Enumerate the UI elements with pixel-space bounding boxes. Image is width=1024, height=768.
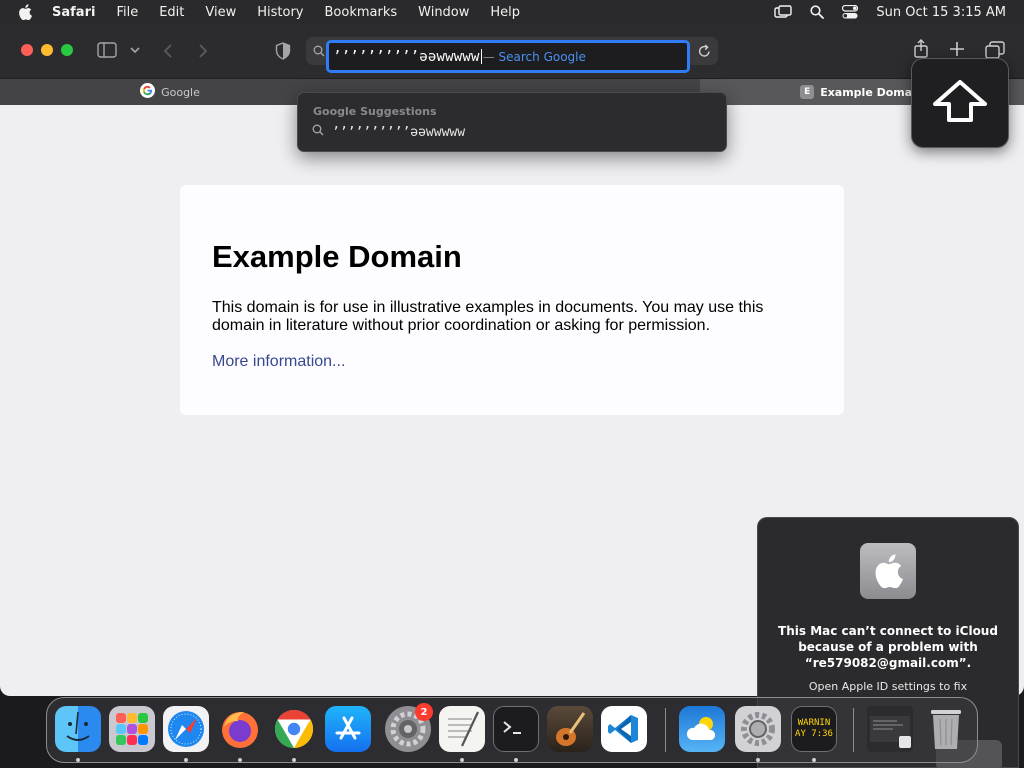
- tab-example-label: Example Domain: [820, 85, 924, 99]
- page-content-card: Example Domain This domain is for use in…: [180, 185, 844, 415]
- search-suggestions-dropdown: Google Suggestions ’’’’’’’’’’əəwwwww: [297, 92, 727, 152]
- finder-icon[interactable]: [55, 706, 101, 752]
- terminal-icon[interactable]: [493, 706, 539, 752]
- tab-google[interactable]: Google: [0, 79, 340, 105]
- address-input-value: ’’’’’’’’’’əəwwwww: [333, 48, 480, 65]
- menu-view[interactable]: View: [205, 5, 236, 20]
- reload-icon[interactable]: [698, 44, 711, 58]
- notification-action[interactable]: Open Apple ID settings to fix: [768, 680, 1008, 693]
- safari-running-dot: [184, 758, 188, 762]
- menu-extras: Sun Oct 15 3:15 AM: [774, 0, 1006, 24]
- page-title: Example Domain: [212, 239, 462, 274]
- more-information-link[interactable]: More information...: [212, 353, 345, 370]
- address-search-icon: [313, 45, 325, 57]
- menu-history[interactable]: History: [257, 5, 303, 20]
- tab-overview-icon[interactable]: [985, 41, 1005, 59]
- address-input[interactable]: ’’’’’’’’’’əəwwwww — Search Google: [326, 40, 690, 73]
- console-line-1: WARNIN: [797, 718, 831, 728]
- console-running-dot: [812, 758, 816, 762]
- back-button[interactable]: [163, 43, 173, 59]
- vscode-icon[interactable]: [601, 706, 647, 752]
- finder-running-dot: [76, 758, 80, 762]
- new-tab-icon[interactable]: [949, 41, 965, 57]
- firefox-running-dot: [238, 758, 242, 762]
- dock: 2 WARNIN AY 7:36: [46, 697, 978, 763]
- safari-app-icon[interactable]: [163, 706, 209, 752]
- notification-title: This Mac can’t connect to iCloud because…: [778, 624, 998, 670]
- garageband-icon[interactable]: [547, 706, 593, 752]
- system-preferences-icon[interactable]: [735, 706, 781, 752]
- chrome-icon[interactable]: [271, 706, 317, 752]
- weather-icon[interactable]: [679, 706, 725, 752]
- menu-help[interactable]: Help: [490, 5, 520, 20]
- forward-button[interactable]: [198, 43, 208, 59]
- downloads-stack-icon[interactable]: [867, 706, 913, 752]
- spotlight-search-icon[interactable]: [810, 5, 825, 19]
- console-line-2: AY 7:36: [795, 729, 833, 739]
- safari-toolbar: ’’’’’’’’’’əəwwwww — Search Google: [0, 24, 1024, 78]
- suggestions-header: Google Suggestions: [313, 105, 437, 118]
- zoom-window-button[interactable]: [61, 44, 73, 56]
- apple-menu-icon[interactable]: [18, 4, 38, 20]
- suggestion-item[interactable]: ’’’’’’’’’’əəwwwww: [312, 124, 465, 140]
- tab-google-label: Google: [161, 85, 200, 99]
- suggestion-search-icon: [312, 124, 324, 140]
- launchpad-icon[interactable]: [109, 706, 155, 752]
- menu-file[interactable]: File: [116, 5, 138, 20]
- shift-arrow-icon: [932, 79, 988, 127]
- control-center-icon[interactable]: [842, 5, 859, 19]
- page-body: This domain is for use in illustrative e…: [212, 299, 764, 334]
- firefox-icon[interactable]: [217, 706, 263, 752]
- sidebar-toggle-icon[interactable]: [97, 42, 117, 58]
- console-icon[interactable]: WARNIN AY 7:36: [791, 706, 837, 752]
- menu-clock[interactable]: Sun Oct 15 3:15 AM: [876, 5, 1006, 20]
- address-search-hint: — Search Google: [482, 49, 586, 64]
- menu-edit[interactable]: Edit: [159, 5, 184, 20]
- text-caret: [480, 49, 482, 64]
- share-icon[interactable]: [913, 39, 929, 59]
- shift-key-overlay: [911, 58, 1009, 148]
- close-window-button[interactable]: [21, 44, 33, 56]
- privacy-shield-icon[interactable]: [275, 42, 291, 60]
- dock-separator-2: [853, 708, 854, 752]
- textedit-running-dot: [460, 758, 464, 762]
- chrome-running-dot: [292, 758, 296, 762]
- apple-id-icon: [860, 543, 916, 599]
- menu-safari[interactable]: Safari: [52, 5, 95, 20]
- app-store-icon[interactable]: [325, 706, 371, 752]
- google-favicon-icon: [140, 83, 156, 101]
- suggestion-text: ’’’’’’’’’’əəwwwww: [332, 124, 466, 140]
- menu-window[interactable]: Window: [418, 5, 469, 20]
- trash-icon[interactable]: [923, 706, 969, 752]
- menu-bar: Safari File Edit View History Bookmarks …: [0, 0, 1024, 24]
- screen-mirroring-icon[interactable]: [774, 5, 793, 19]
- dock-separator: [665, 708, 666, 752]
- settings-badge: 2: [415, 703, 433, 721]
- chevron-down-icon[interactable]: [130, 46, 140, 54]
- textedit-icon[interactable]: [439, 706, 485, 752]
- minimize-window-button[interactable]: [41, 44, 53, 56]
- preferences-running-dot: [756, 758, 760, 762]
- example-favicon-icon: E: [800, 85, 815, 99]
- menu-bookmarks[interactable]: Bookmarks: [325, 5, 398, 20]
- terminal-running-dot: [514, 758, 518, 762]
